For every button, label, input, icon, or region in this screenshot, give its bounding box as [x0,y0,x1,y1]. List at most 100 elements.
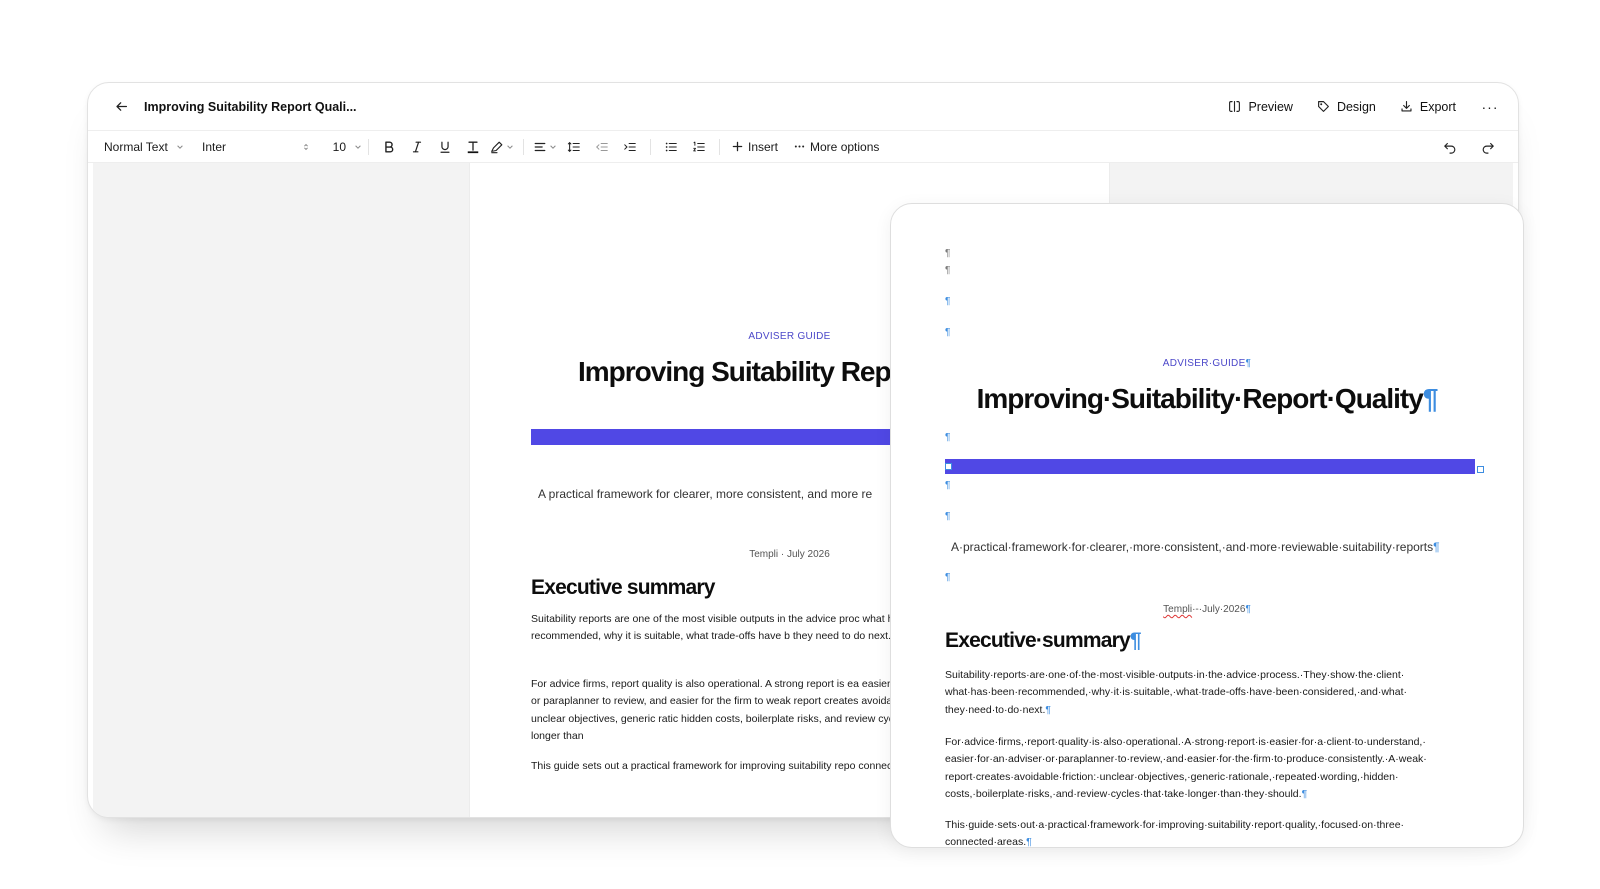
highlighter-icon [491,141,503,153]
paragraph-mark: ¶ [1245,604,1251,615]
indent-icon [624,142,636,151]
chevron-down-icon [355,144,361,149]
font-family-value: Inter [202,139,227,154]
spellcheck-word[interactable]: Templi [1163,604,1192,615]
paragraph-mark: ¶ [945,432,951,443]
indent-button[interactable] [616,135,644,159]
chevron-down-icon [177,144,183,149]
paragraph-mark: ¶ [1422,383,1439,414]
toolbar-divider [368,138,369,155]
document-title-heading: Improving Suitability Repo [578,356,908,387]
formatting-toolbar: Normal Text Inter 10 Insert More options [88,131,1518,163]
text-color-icon [467,141,479,153]
highlight-color-button[interactable] [487,135,517,159]
bold-button[interactable] [375,135,403,159]
tag-icon [1317,101,1329,112]
section-heading: Executive summary [531,576,715,599]
preview-button[interactable]: Preview [1228,99,1293,114]
preview-paragraph-3-text: This·guide·sets·out·a·practical·framewor… [945,819,1405,848]
more-options-label: More options [810,139,880,154]
paragraph-mark: ¶ [945,572,951,583]
insert-button[interactable]: Insert [732,140,778,154]
preview-paragraph-3: This·guide·sets·out·a·practical·framewor… [945,817,1481,848]
more-menu-button[interactable]: ··· [1480,99,1500,115]
design-label: Design [1336,99,1376,114]
preview-paragraph-2: For·advice·firms,·report·quality·is·also… [945,734,1481,804]
preview-paragraph-1-text: Suitability·reports·are·one·of·the·most·… [945,669,1408,716]
preview-section-heading: Executive·summary¶ [945,629,1142,653]
preview-subtitle: A·practical·framework·for·clearer,·more·… [951,540,1440,554]
insert-label: Insert [748,139,779,154]
ellipsis-icon [794,145,805,148]
align-button[interactable] [530,135,560,159]
preview-title-heading: Improving·Suitability·Report·Quality¶ [891,383,1523,415]
paragraph-mark: ¶ [1245,358,1252,369]
numbered-list-icon [693,141,705,151]
document-title: Improving Suitability Report Quali... [144,99,357,114]
preview-byline-date: ·-·July·2026 [1192,604,1246,615]
paragraph-mark: ¶ [1433,540,1440,554]
preview-subtitle-text: A·practical·framework·for·clearer,·more·… [951,540,1434,554]
chevron-down-icon [507,144,513,149]
font-family-select[interactable]: Inter [202,140,310,154]
preview-accent-divider-bar[interactable] [945,459,1475,474]
outdent-icon [596,142,608,151]
back-button[interactable] [110,96,132,118]
paragraph-mark: ¶ [1301,788,1308,801]
align-left-icon [534,142,546,151]
undo-button[interactable] [1436,135,1464,159]
font-size-value: 10 [332,139,346,154]
preview-kicker: ADVISER·GUIDE¶ [891,358,1523,369]
download-icon [1401,101,1412,112]
italic-button[interactable] [403,135,431,159]
redo-button[interactable] [1474,135,1502,159]
chevron-down-icon [550,144,556,149]
underline-button[interactable] [431,135,459,159]
paragraph-mark: ¶ [1129,629,1142,652]
outdent-button[interactable] [588,135,616,159]
line-spacing-button[interactable] [560,135,588,159]
preview-icon [1229,101,1241,112]
numbered-list-button[interactable] [685,135,713,159]
export-label: Export [1419,99,1456,114]
preview-section-heading-text: Executive·summary [945,629,1131,652]
document-subtitle: A practical framework for clearer, more … [538,487,873,501]
toolbar-divider [650,138,651,155]
chevron-updown-icon [304,143,308,150]
paragraph-mark: ¶ [1026,836,1032,848]
preview-paragraph-2-text: For·advice·firms,·report·quality·is·also… [945,736,1427,801]
formatting-marks-preview-card: ¶ ¶ ¶ ¶ ADVISER·GUIDE¶ Improving·Suitabi… [890,203,1524,848]
paragraph-mark: ¶ [945,296,951,307]
text-color-button[interactable] [459,135,487,159]
paragraph-mark: ¶ [945,480,951,491]
toolbar-divider [719,138,720,155]
resize-handle-left[interactable] [945,463,952,470]
export-button[interactable]: Export [1400,100,1456,114]
bold-icon [385,140,394,153]
preview-byline: Templi·-·July·2026¶ [891,604,1523,615]
bullet-list-button[interactable] [657,135,685,159]
text-style-value: Normal Text [104,139,168,154]
font-size-select[interactable]: 10 [310,140,362,154]
paragraph-mark: ¶ [945,265,951,276]
resize-handle-right[interactable] [1477,466,1484,473]
preview-title-text: Improving·Suitability·Report·Quality [976,383,1424,414]
redo-icon [1482,142,1494,154]
more-options-button[interactable]: More options [794,140,879,154]
plus-icon [732,141,743,152]
paragraph-mark: ¶ [945,248,951,259]
design-button[interactable]: Design [1317,100,1376,114]
preview-paragraph-1: Suitability·reports·are·one·of·the·most·… [945,667,1481,719]
paragraph-mark: ¶ [945,511,951,522]
arrow-left-icon [115,102,127,111]
underline-icon [440,141,450,153]
undo-icon [1444,142,1456,154]
editor-topbar: Improving Suitability Report Quali... Pr… [88,83,1518,131]
bullet-list-icon [665,142,677,151]
toolbar-divider [523,138,524,155]
preview-label: Preview [1248,99,1293,114]
text-style-select[interactable]: Normal Text [104,140,202,154]
paragraph-mark: ¶ [1045,703,1052,716]
paragraph-mark: ¶ [945,327,951,338]
line-spacing-icon [567,141,580,152]
